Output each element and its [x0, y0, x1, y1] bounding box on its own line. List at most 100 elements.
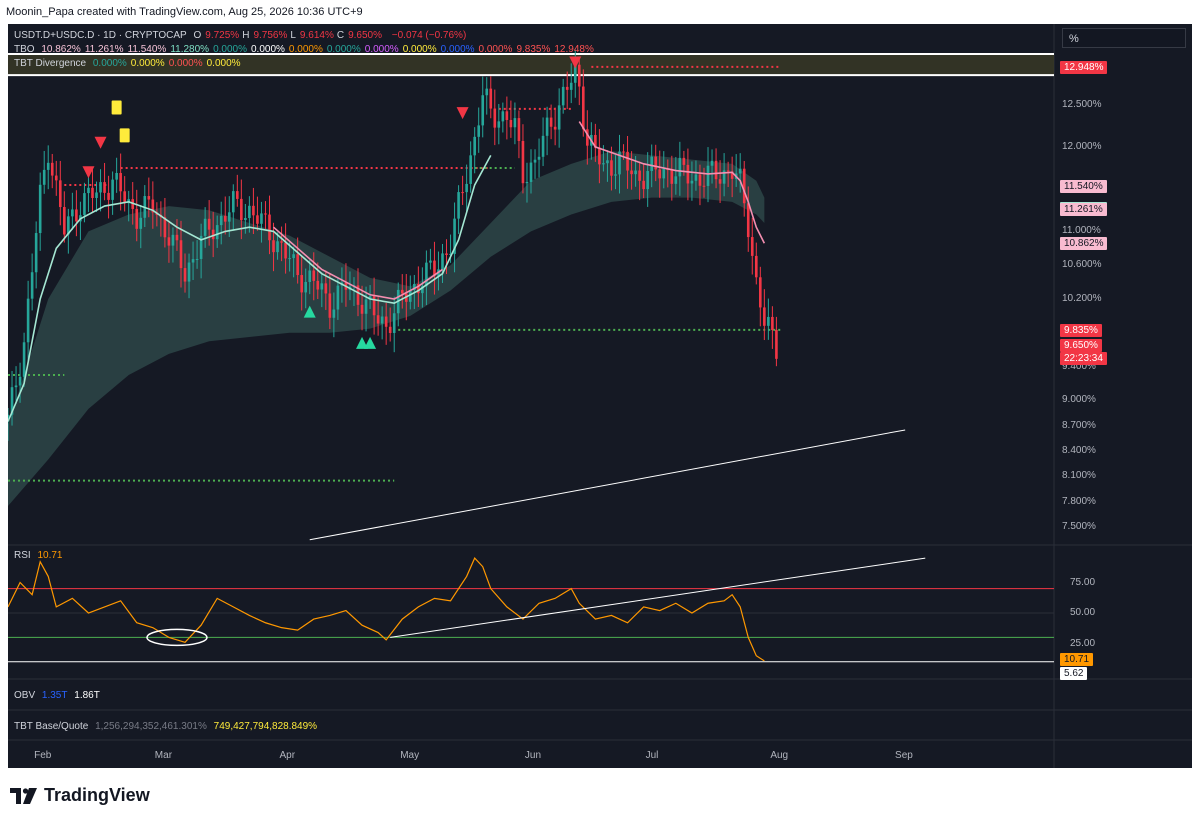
- candle-body: [537, 156, 541, 160]
- candle-body: [191, 259, 195, 263]
- obv-value-1: 1.35T: [41, 690, 68, 701]
- candle-body: [187, 262, 191, 282]
- candle-body: [606, 160, 609, 164]
- candle-body: [75, 209, 78, 222]
- divergence-value: 0.000%: [206, 58, 241, 69]
- candle-body: [549, 117, 553, 127]
- candle-body: [569, 82, 573, 90]
- candle-body: [231, 191, 235, 213]
- ohlc-key: L: [290, 30, 296, 41]
- candle-body: [244, 218, 247, 221]
- candle-body: [626, 151, 629, 171]
- candle-body: [147, 196, 151, 200]
- candle-body: [380, 316, 384, 324]
- ohlc-values: O 9.725% H 9.756% L 9.614% C 9.650%: [194, 30, 386, 41]
- candle-body: [195, 258, 199, 260]
- candle-body: [553, 126, 557, 130]
- candle-body: [183, 268, 187, 282]
- base-quote-legend: TBT Base/Quote 1,256,294,352,461.301% 74…: [14, 721, 321, 732]
- tbo-value: 0.000%: [440, 44, 475, 55]
- candle-body: [630, 170, 633, 175]
- candle-body: [702, 185, 706, 187]
- candle-body: [529, 162, 533, 182]
- ohlc-key: C: [336, 30, 345, 41]
- candle-body: [308, 270, 312, 282]
- candle-body: [557, 105, 561, 130]
- tbo-value: 0.000%: [213, 44, 247, 55]
- candle-body: [219, 215, 223, 226]
- candle-body: [425, 262, 428, 287]
- month-label: Jun: [524, 750, 542, 761]
- obv-legend: OBV 1.35T 1.86T: [14, 690, 104, 701]
- candle-body: [509, 119, 513, 128]
- candle-body: [646, 171, 649, 190]
- base-quote-value-2: 749,427,794,828.849%: [213, 721, 318, 732]
- candle-body: [240, 198, 243, 221]
- candle-body: [227, 212, 231, 222]
- tbo-value: 11.261%: [84, 44, 124, 55]
- obv-name: OBV: [14, 690, 36, 701]
- rsi-trendline: [390, 557, 926, 638]
- tbo-value: 0.000%: [288, 44, 323, 55]
- candle-body: [328, 293, 332, 318]
- candle-body: [686, 164, 690, 184]
- tbo-value: 12.948%: [554, 44, 594, 55]
- candle-body: [654, 156, 658, 170]
- candle-body: [211, 229, 215, 240]
- tradingview-logo[interactable]: TradingView: [10, 785, 150, 806]
- candle-body: [320, 283, 324, 290]
- candle-body: [223, 215, 227, 222]
- attribution-text: Moonin_Papa created with TradingView.com…: [6, 6, 363, 18]
- divergence-name: TBT Divergence: [14, 58, 87, 69]
- candle-body: [252, 205, 255, 216]
- base-quote-value-1: 1,256,294,352,461.301%: [95, 721, 207, 732]
- tbo-value: 0.000%: [251, 44, 285, 55]
- candle-body: [497, 121, 501, 128]
- candle-body: [388, 326, 392, 333]
- chart-frame[interactable]: USDT.D+USDC.D · 1D · CRYPTOCAP O 9.725% H 9…: [8, 24, 1192, 768]
- candle-body: [577, 64, 581, 87]
- candle-body: [175, 234, 179, 241]
- candle-body: [650, 156, 653, 172]
- candle-body: [694, 174, 698, 181]
- candle-body: [400, 289, 404, 294]
- base-quote-name: TBT Base/Quote: [14, 721, 89, 732]
- rsi-name: RSI: [14, 550, 31, 561]
- price-tick-label: 12.500%: [1062, 98, 1102, 110]
- chart-canvas[interactable]: [8, 24, 1192, 768]
- candle-body: [461, 192, 464, 194]
- candle-body: [236, 191, 239, 199]
- candle-body: [360, 304, 364, 314]
- ohlc-value: 9.614%: [299, 30, 334, 41]
- percent-scale-button[interactable]: %: [1062, 28, 1186, 48]
- candle-body: [726, 170, 730, 172]
- candle-body: [738, 168, 742, 174]
- month-label: Sep: [895, 750, 913, 761]
- sell-signal-marker: [456, 107, 469, 120]
- candle-body: [71, 209, 74, 217]
- price-tick-label: 10.600%: [1062, 259, 1102, 271]
- candle-body: [272, 240, 275, 253]
- buy-signal-marker: [364, 336, 377, 349]
- divergence-value: 0.000%: [168, 58, 203, 69]
- candle-body: [485, 88, 489, 96]
- candle-body: [714, 160, 718, 180]
- candle-body: [207, 218, 211, 230]
- candle-body: [638, 170, 641, 181]
- candle-body: [139, 217, 143, 229]
- month-label: Feb: [34, 750, 52, 761]
- candle-body: [710, 160, 714, 166]
- month-label: Apr: [279, 750, 296, 761]
- tradingview-icon: [10, 787, 37, 804]
- price-tick-label: 9.000%: [1062, 394, 1096, 406]
- price-tick-label: 12.000%: [1062, 140, 1102, 152]
- candle-body: [392, 313, 396, 333]
- price-change: −0.074 (−0.76%): [391, 30, 467, 41]
- price-tag: 12.948%: [1060, 60, 1108, 74]
- candle-body: [179, 240, 183, 269]
- candle-body: [18, 376, 22, 386]
- candle-body: [602, 163, 605, 165]
- candle-body: [58, 180, 62, 208]
- candle-body: [581, 86, 585, 130]
- brand-name: TradingView: [44, 785, 150, 805]
